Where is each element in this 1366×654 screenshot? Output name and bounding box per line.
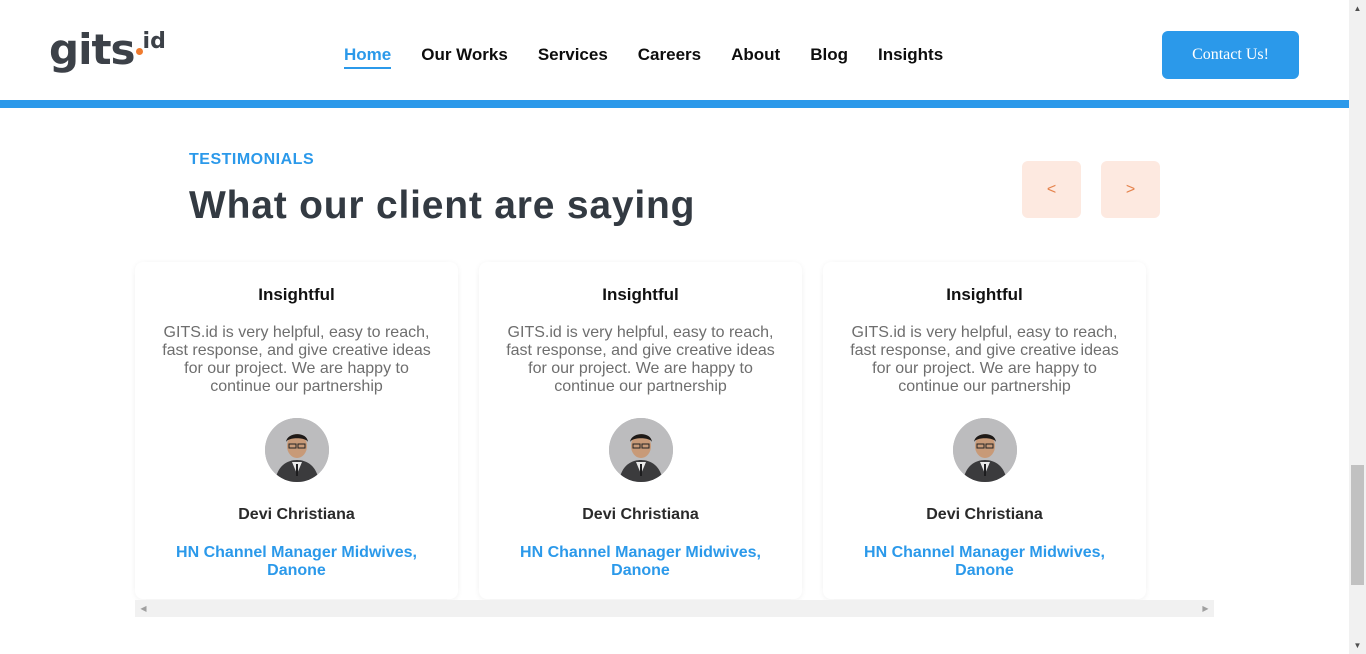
- contact-us-button[interactable]: Contact Us!: [1162, 31, 1299, 79]
- logo-wordmark: gits: [49, 25, 136, 74]
- person-photo-icon: [609, 418, 673, 482]
- nav-home[interactable]: Home: [344, 44, 392, 69]
- testimonial-heading: Insightful: [946, 285, 1023, 304]
- scroll-left-arrow-icon[interactable]: ◀: [135, 600, 152, 617]
- testimonial-card: Insightful GITS.id is very helpful, easy…: [135, 262, 458, 599]
- testimonial-text: GITS.id is very helpful, easy to reach, …: [506, 324, 775, 395]
- testimonial-author-role: HN Channel Manager Midwives, Danone: [520, 544, 761, 579]
- carousel-prev-button[interactable]: <: [1022, 161, 1081, 218]
- testimonial-card: Insightful GITS.id is very helpful, easy…: [823, 262, 1146, 599]
- testimonial-author-name: Devi Christiana: [238, 506, 355, 523]
- testimonial-heading: Insightful: [602, 285, 679, 304]
- scroll-right-arrow-icon[interactable]: ▶: [1197, 600, 1214, 617]
- carousel-next-button[interactable]: >: [1101, 161, 1160, 218]
- nav-careers[interactable]: Careers: [638, 44, 701, 66]
- main-nav: Home Our Works Services Careers About Bl…: [344, 44, 973, 69]
- nav-our-works[interactable]: Our Works: [421, 44, 508, 66]
- testimonial-author-role: HN Channel Manager Midwives, Danone: [864, 544, 1105, 579]
- person-photo-icon: [265, 418, 329, 482]
- section-eyebrow: TESTIMONIALS: [189, 151, 315, 168]
- site-header: gits id Home Our Works Services Careers …: [0, 0, 1349, 100]
- scroll-up-arrow-icon[interactable]: ▲: [1349, 0, 1366, 17]
- logo-suffix: id: [142, 29, 166, 54]
- avatar: [609, 418, 673, 482]
- nav-blog[interactable]: Blog: [810, 44, 848, 66]
- testimonial-text: GITS.id is very helpful, easy to reach, …: [850, 324, 1119, 395]
- gits-logo[interactable]: gits id: [49, 25, 166, 80]
- avatar: [953, 418, 1017, 482]
- testimonial-author-role: HN Channel Manager Midwives, Danone: [176, 544, 417, 579]
- nav-about[interactable]: About: [731, 44, 780, 66]
- carousel-scrollbar[interactable]: [135, 600, 1214, 617]
- nav-insights[interactable]: Insights: [878, 44, 943, 66]
- section-title: What our client are saying: [189, 184, 696, 227]
- testimonial-text: GITS.id is very helpful, easy to reach, …: [162, 324, 431, 395]
- nav-services[interactable]: Services: [538, 44, 608, 66]
- testimonial-author-name: Devi Christiana: [582, 506, 699, 523]
- testimonial-card: Insightful GITS.id is very helpful, easy…: [479, 262, 802, 599]
- testimonial-author-name: Devi Christiana: [926, 506, 1043, 523]
- testimonial-heading: Insightful: [258, 285, 335, 304]
- header-divider: [0, 100, 1349, 108]
- scroll-down-arrow-icon[interactable]: ▼: [1349, 637, 1366, 654]
- logo-dot: [135, 48, 143, 55]
- avatar: [265, 418, 329, 482]
- person-photo-icon: [953, 418, 1017, 482]
- page-scrollbar-thumb[interactable]: [1351, 465, 1364, 585]
